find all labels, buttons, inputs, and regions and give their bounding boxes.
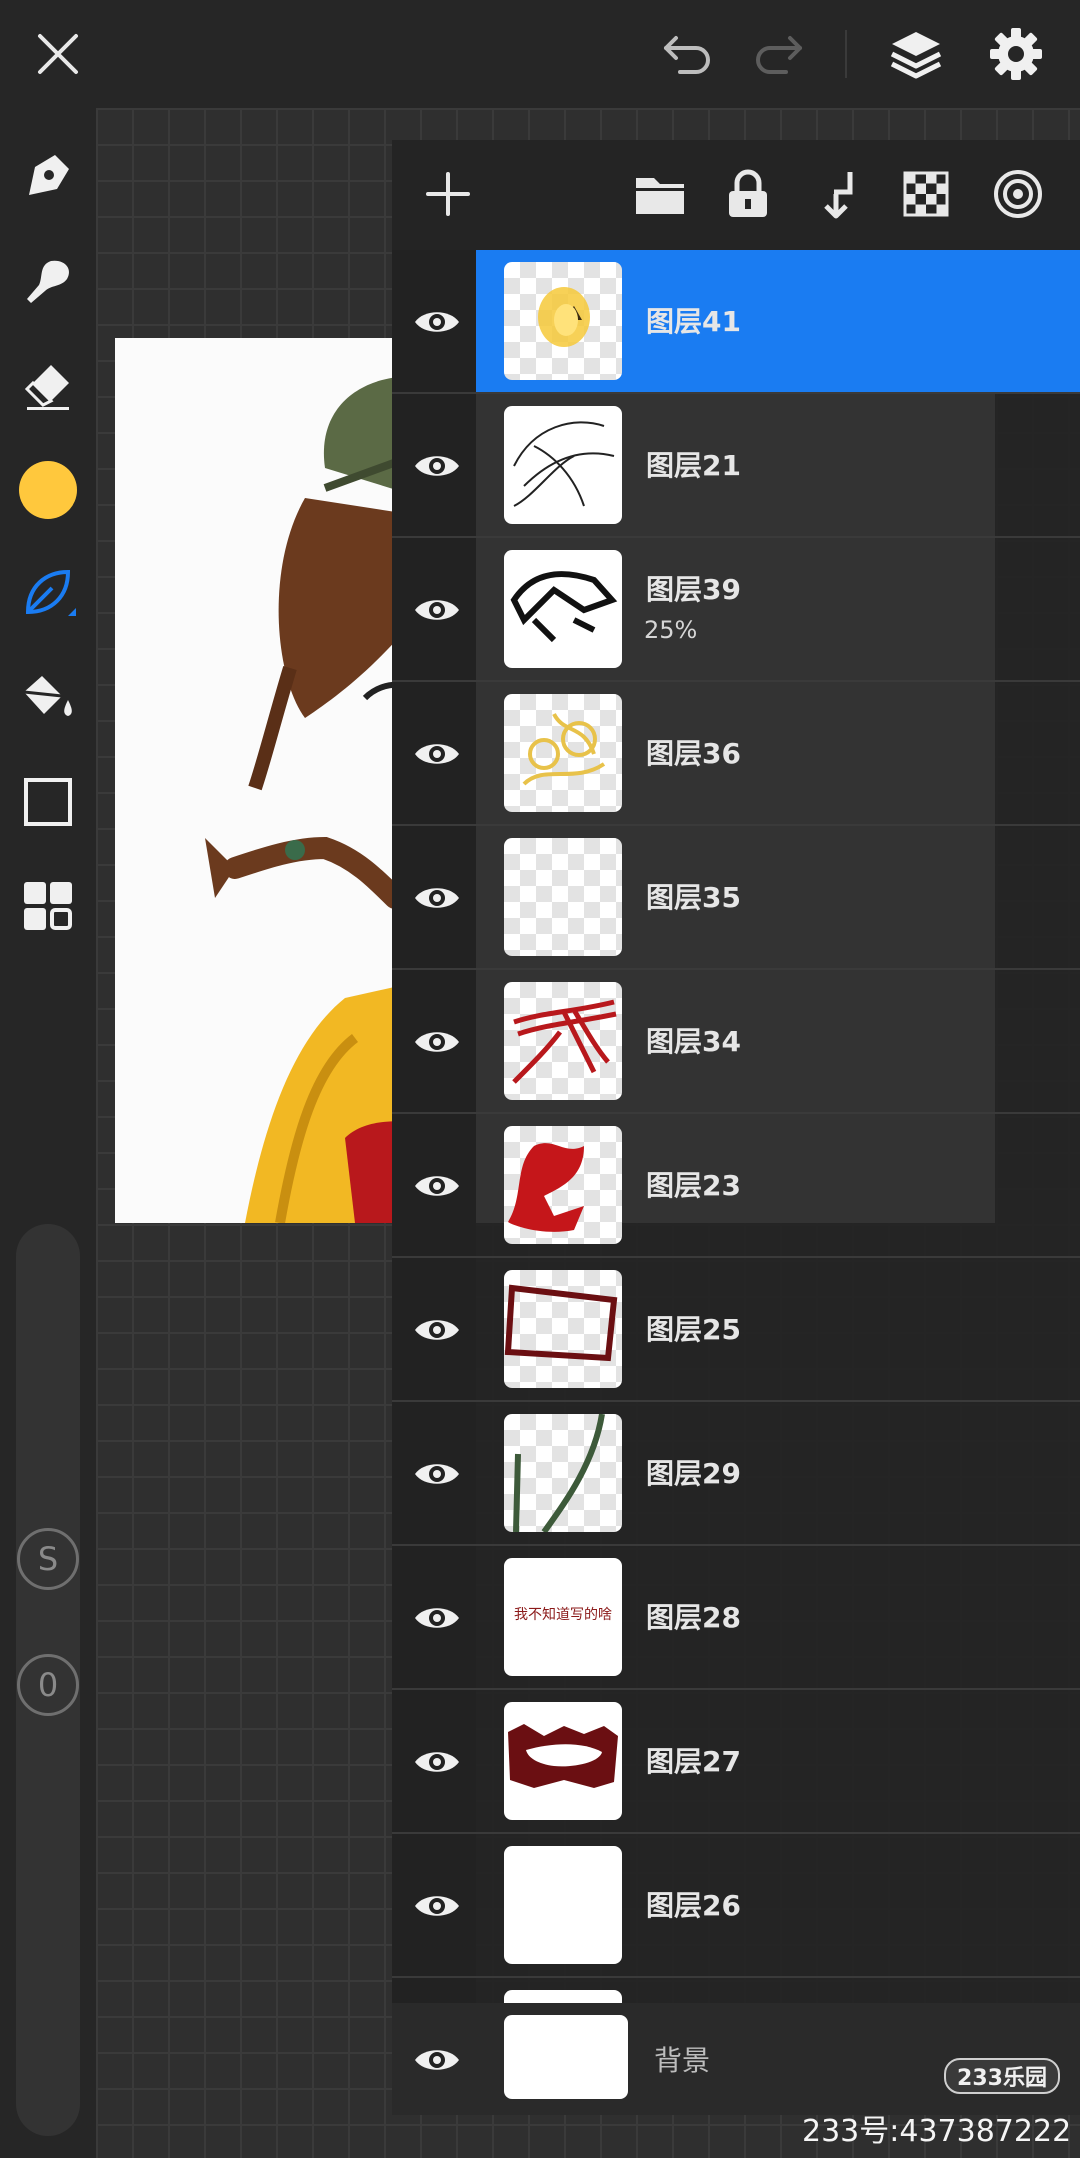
opacity-label[interactable]: 0 bbox=[17, 1654, 79, 1716]
layer-name: 图层35 bbox=[646, 881, 741, 914]
eye-icon[interactable] bbox=[412, 873, 462, 923]
layer-opacity: 25% bbox=[644, 616, 698, 644]
settings-icon[interactable] bbox=[980, 18, 1052, 90]
eye-icon[interactable] bbox=[412, 1161, 462, 1211]
merge-down-icon[interactable] bbox=[802, 158, 874, 230]
layer-thumbnail bbox=[504, 1414, 622, 1532]
layer-thumbnail bbox=[504, 550, 622, 668]
leaf-brush-icon[interactable] bbox=[10, 556, 86, 632]
eye-icon[interactable] bbox=[412, 1017, 462, 1067]
layer-thumbnail bbox=[504, 406, 622, 524]
layer-thumbnail bbox=[504, 1702, 622, 1820]
eye-icon[interactable] bbox=[412, 1593, 462, 1643]
eye-icon[interactable] bbox=[412, 441, 462, 491]
eye-icon[interactable] bbox=[412, 1737, 462, 1787]
eraser-icon[interactable] bbox=[10, 348, 86, 424]
layer-thumbnail bbox=[504, 982, 622, 1100]
layer-thumbnail bbox=[504, 1270, 622, 1388]
layer-row[interactable]: 我不知道写的啥 图层28 bbox=[392, 1546, 1080, 1690]
layer-name: 图层39 bbox=[646, 573, 741, 606]
undo-icon[interactable] bbox=[652, 18, 724, 90]
layer-thumbnail: 我不知道写的啥 bbox=[504, 1558, 622, 1676]
layer-row[interactable]: 图层21 bbox=[392, 394, 1080, 538]
folder-icon[interactable] bbox=[624, 158, 696, 230]
eye-icon[interactable] bbox=[412, 585, 462, 635]
color-picker[interactable] bbox=[10, 452, 86, 528]
toolbar-divider bbox=[845, 30, 847, 78]
close-icon[interactable] bbox=[22, 18, 94, 90]
layer-row[interactable]: 图层41 bbox=[392, 250, 1080, 394]
background-label: 背景 bbox=[654, 2044, 711, 2077]
eye-icon[interactable] bbox=[412, 1449, 462, 1499]
layers-icon[interactable] bbox=[880, 18, 952, 90]
layer-name: 图层41 bbox=[646, 305, 741, 338]
watermark-logo: 233乐园 bbox=[944, 2058, 1060, 2094]
layers-panel-header bbox=[392, 140, 1080, 250]
layer-name: 图层25 bbox=[646, 1313, 741, 1346]
add-layer-icon[interactable] bbox=[412, 158, 484, 230]
grid-icon[interactable] bbox=[10, 868, 86, 944]
layer-row[interactable]: 图层35 bbox=[392, 826, 1080, 970]
checker-icon[interactable] bbox=[890, 158, 962, 230]
redo-icon[interactable] bbox=[742, 18, 814, 90]
layer-name: 图层36 bbox=[646, 737, 741, 770]
eye-icon[interactable] bbox=[412, 1305, 462, 1355]
size-label[interactable]: S bbox=[17, 1528, 79, 1590]
thumbnail-text: 我不知道写的啥 bbox=[514, 1607, 612, 1623]
current-color-swatch[interactable] bbox=[19, 461, 77, 519]
layer-name: 图层26 bbox=[646, 1889, 741, 1922]
lock-icon[interactable] bbox=[712, 158, 784, 230]
layers-panel: 图层41 图层21 图层39 25% 图层36 图层35 图层34 图层23 图… bbox=[392, 140, 1080, 2115]
layer-name: 图层27 bbox=[646, 1745, 741, 1778]
layer-row[interactable]: 图层23 bbox=[392, 1114, 1080, 1258]
eye-icon[interactable] bbox=[412, 2035, 462, 2085]
watermark-text: 233号:437387222 bbox=[802, 2114, 1072, 2149]
layer-row[interactable]: 图层26 bbox=[392, 1834, 1080, 1978]
layer-thumbnail bbox=[504, 694, 622, 812]
brush-icon[interactable] bbox=[10, 244, 86, 320]
layer-thumbnail bbox=[504, 838, 622, 956]
layer-thumbnail bbox=[504, 262, 622, 380]
layer-name: 图层29 bbox=[646, 1457, 741, 1490]
layer-name: 图层21 bbox=[646, 449, 741, 482]
top-bar bbox=[0, 0, 1080, 108]
layer-row[interactable]: 图层36 bbox=[392, 682, 1080, 826]
layer-name: 图层23 bbox=[646, 1169, 741, 1202]
tool-sidebar: S 0 bbox=[0, 108, 96, 2158]
layer-row[interactable]: 图层27 bbox=[392, 1690, 1080, 1834]
rectangle-icon[interactable] bbox=[10, 764, 86, 840]
layer-row[interactable]: 图层29 bbox=[392, 1402, 1080, 1546]
eye-icon[interactable] bbox=[412, 729, 462, 779]
layer-row[interactable]: 图层39 25% bbox=[392, 538, 1080, 682]
layer-thumbnail bbox=[504, 1126, 622, 1244]
layer-name: 图层28 bbox=[646, 1601, 741, 1634]
pen-icon[interactable] bbox=[10, 138, 86, 214]
layer-name: 图层34 bbox=[646, 1025, 741, 1058]
fill-bucket-icon[interactable] bbox=[10, 660, 86, 736]
eye-icon[interactable] bbox=[412, 297, 462, 347]
layer-row[interactable]: 图层25 bbox=[392, 1258, 1080, 1402]
target-icon[interactable] bbox=[982, 158, 1054, 230]
background-thumbnail bbox=[504, 2015, 628, 2099]
layer-thumbnail bbox=[504, 1846, 622, 1964]
layer-row[interactable]: 图层34 bbox=[392, 970, 1080, 1114]
eye-icon[interactable] bbox=[412, 1881, 462, 1931]
